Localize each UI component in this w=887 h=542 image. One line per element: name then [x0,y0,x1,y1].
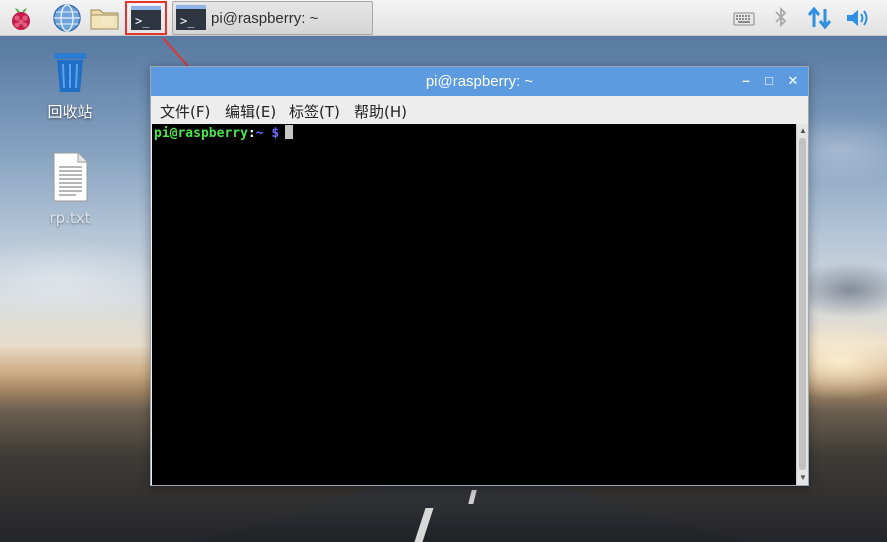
keyboard-icon[interactable] [733,5,755,31]
file-manager-icon[interactable] [89,3,119,33]
menu-tabs[interactable]: 标签(T) [289,101,340,122]
desktop-icon-text-file[interactable]: rp.txt [35,152,105,227]
taskbar-window-label: pi@raspberry: ~ [211,10,319,27]
terminal-launcher-button[interactable]: >_ [125,1,167,35]
scroll-up-arrow-icon[interactable]: ▲ [798,126,808,136]
terminal-window: pi@raspberry: ~ – □ ✕ 文件(F) 编辑(E) 标签(T) … [150,66,809,486]
web-browser-icon[interactable] [52,3,82,33]
menu-file[interactable]: 文件(F) [160,101,210,122]
volume-icon[interactable] [845,5,873,31]
text-cursor [285,125,294,139]
scroll-down-arrow-icon[interactable]: ▼ [798,473,808,483]
taskbar-window-button[interactable]: >_ pi@raspberry: ~ [172,1,373,35]
shell-prompt: pi@raspberry:~ $ [154,125,294,141]
maximize-button[interactable]: □ [762,74,776,88]
bluetooth-icon[interactable] [772,5,790,31]
raspberry-menu-icon[interactable] [6,3,36,33]
desktop-icon-label: 回收站 [47,103,93,121]
terminal-scrollbar[interactable]: ▲ ▼ [796,124,808,485]
menu-edit[interactable]: 编辑(E) [225,101,276,122]
terminal-icon: >_ [131,6,161,30]
menu-help[interactable]: 帮助(H) [354,101,407,122]
scrollbar-thumb[interactable] [799,138,806,470]
prompt-user-host: pi@raspberry [154,126,248,141]
network-updown-icon[interactable] [806,5,834,31]
window-titlebar[interactable]: pi@raspberry: ~ – □ ✕ [151,67,808,96]
terminal-icon: >_ [176,5,206,30]
taskbar: >_ >_ pi@raspberry: ~ [0,0,887,36]
desktop-icon-label: rp.txt [49,209,91,227]
close-button[interactable]: ✕ [786,74,800,88]
window-title: pi@raspberry: ~ [425,73,534,90]
trash-icon [54,53,86,92]
text-file-icon [53,152,88,202]
prompt-path: ~ $ [255,126,280,141]
prompt-separator: : [247,126,256,141]
menu-bar: 文件(F) 编辑(E) 标签(T) 帮助(H) [151,96,808,123]
desktop-icon-trash[interactable]: 回收站 [35,50,105,122]
terminal-output-area[interactable]: pi@raspberry:~ $ [152,124,796,485]
minimize-button[interactable]: – [739,74,753,88]
